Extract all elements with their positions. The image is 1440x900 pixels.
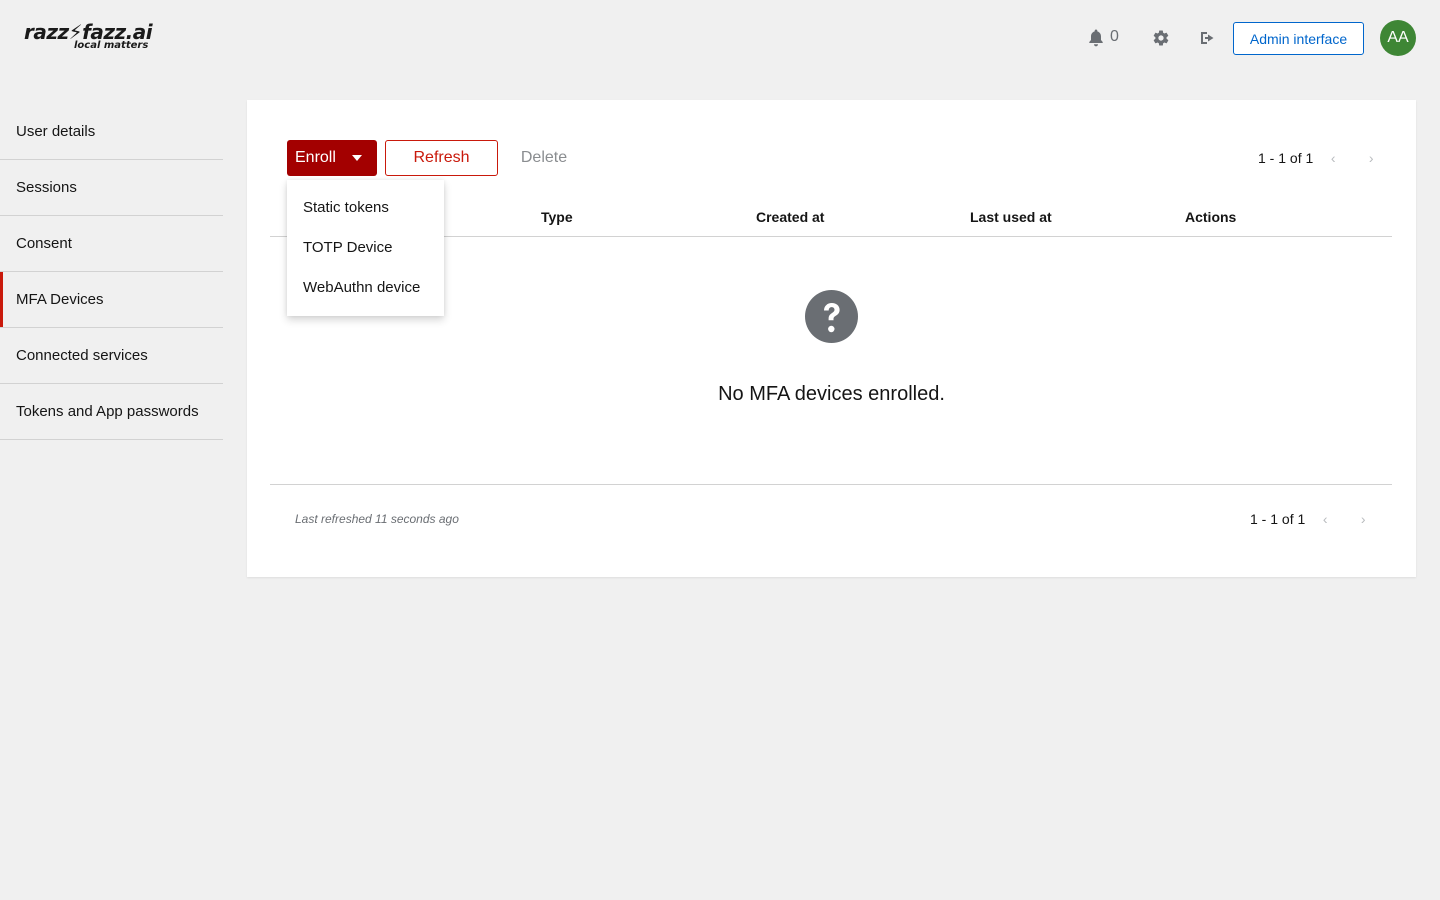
pagination-top: 1 - 1 of 1 ‹ › xyxy=(1258,148,1377,168)
top-header: razz⚡fazz.ai local matters 0 Admin inter… xyxy=(0,0,1440,76)
enroll-button[interactable]: Enroll xyxy=(287,140,377,176)
enroll-dropdown-menu: Static tokens TOTP Device WebAuthn devic… xyxy=(287,180,444,316)
menu-item-static-tokens[interactable]: Static tokens xyxy=(287,187,444,227)
menu-item-webauthn-device[interactable]: WebAuthn device xyxy=(287,267,444,307)
sidebar-item-mfa-devices[interactable]: MFA Devices xyxy=(0,272,223,328)
chevron-left-icon[interactable]: ‹ xyxy=(1319,511,1331,527)
last-refreshed-text: Last refreshed 11 seconds ago xyxy=(295,512,459,526)
sidebar-item-user-details[interactable]: User details xyxy=(0,104,223,160)
menu-item-totp-device[interactable]: TOTP Device xyxy=(287,227,444,267)
sidebar-item-connected-services[interactable]: Connected services xyxy=(0,328,223,384)
chevron-right-icon[interactable]: › xyxy=(1357,511,1369,527)
sidebar-item-sessions[interactable]: Sessions xyxy=(0,160,223,216)
column-created-at[interactable]: Created at xyxy=(756,209,824,225)
avatar[interactable]: AA xyxy=(1380,20,1416,56)
mfa-devices-card: Enroll Refresh Delete 1 - 1 of 1 ‹ › Typ… xyxy=(247,100,1416,577)
sidebar-item-consent[interactable]: Consent xyxy=(0,216,223,272)
refresh-button[interactable]: Refresh xyxy=(385,140,498,176)
pagination-bottom: 1 - 1 of 1 ‹ › xyxy=(1250,509,1369,529)
sidebar-item-label: Connected services xyxy=(16,347,148,364)
gear-icon[interactable] xyxy=(1152,29,1170,47)
footer-divider xyxy=(270,484,1392,485)
empty-state-message: No MFA devices enrolled. xyxy=(718,383,945,405)
admin-interface-button[interactable]: Admin interface xyxy=(1233,22,1364,55)
column-type[interactable]: Type xyxy=(541,209,573,225)
column-actions: Actions xyxy=(1185,209,1237,225)
logout-icon[interactable] xyxy=(1199,29,1217,47)
bell-icon[interactable] xyxy=(1088,29,1104,47)
chevron-right-icon[interactable]: › xyxy=(1365,150,1377,166)
sidebar-item-label: MFA Devices xyxy=(16,291,104,308)
sidebar-item-label: Consent xyxy=(16,235,72,252)
notification-count: 0 xyxy=(1110,28,1119,45)
sidebar-item-label: User details xyxy=(16,123,96,140)
sidebar-item-label: Tokens and App passwords xyxy=(16,403,199,420)
sidebar-nav: User details Sessions Consent MFA Device… xyxy=(0,104,223,440)
sidebar-item-label: Sessions xyxy=(16,179,77,196)
pagination-label: 1 - 1 of 1 xyxy=(1250,511,1306,527)
caret-down-icon xyxy=(352,155,362,161)
chevron-left-icon[interactable]: ‹ xyxy=(1327,150,1339,166)
delete-button[interactable]: Delete xyxy=(509,140,579,176)
sidebar-item-tokens[interactable]: Tokens and App passwords xyxy=(0,384,223,440)
logo-tagline: local matters xyxy=(74,40,149,51)
question-circle-icon xyxy=(805,290,858,343)
enroll-label: Enroll xyxy=(295,149,336,166)
pagination-label: 1 - 1 of 1 xyxy=(1258,150,1314,166)
column-last-used-at[interactable]: Last used at xyxy=(970,209,1052,225)
brand-logo[interactable]: razz⚡fazz.ai local matters xyxy=(24,20,153,56)
